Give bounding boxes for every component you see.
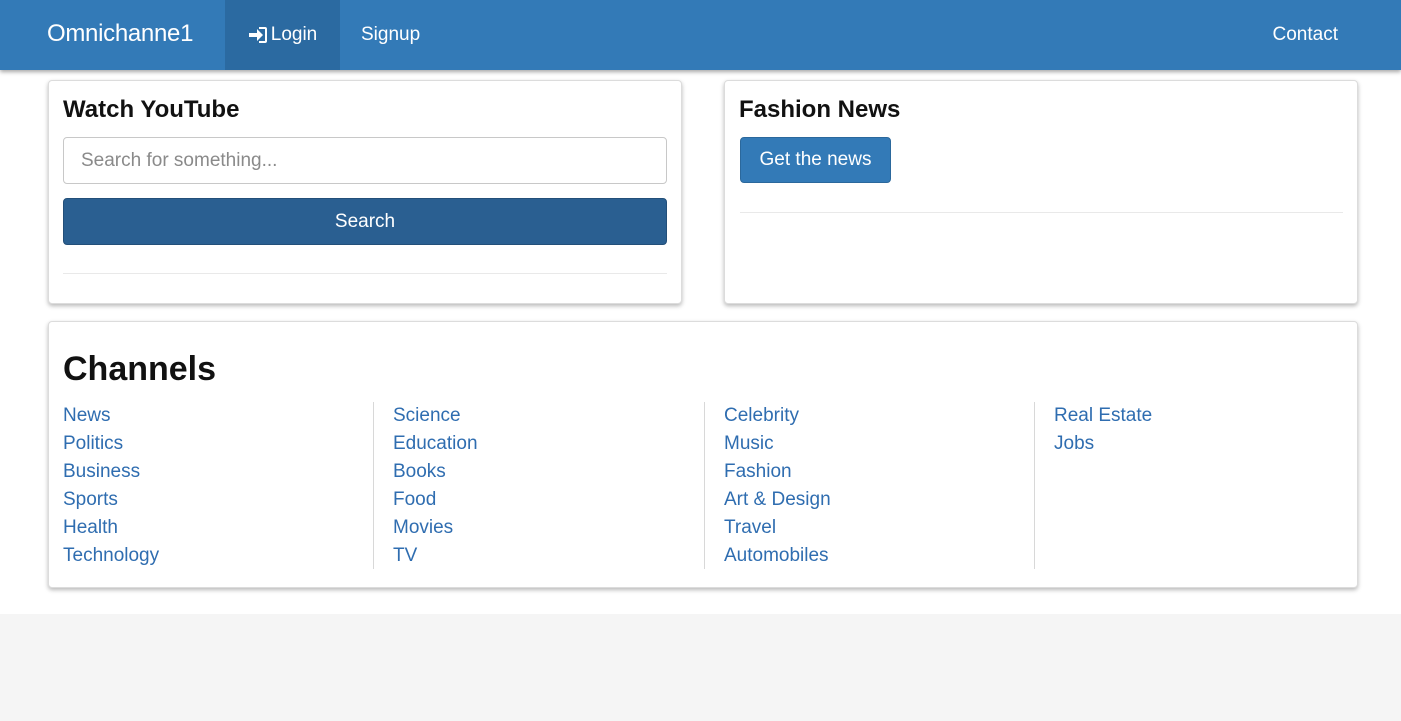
channel-column: Celebrity Music Fashion Art & Design Tra…: [704, 402, 1034, 569]
channel-column: News Politics Business Sports Health Tec…: [63, 402, 373, 569]
fashion-news-card: Fashion News Get the news: [724, 80, 1358, 304]
list-item: Fashion: [724, 458, 1034, 486]
list-item: Science: [393, 402, 704, 430]
channel-link-books[interactable]: Books: [393, 461, 446, 482]
channels-title: Channels: [63, 350, 217, 388]
youtube-card: Watch YouTube Search: [48, 80, 682, 304]
list-item: Books: [393, 458, 704, 486]
channel-link-automobiles[interactable]: Automobiles: [724, 545, 829, 566]
list-item: News: [63, 402, 373, 430]
get-news-button[interactable]: Get the news: [740, 137, 891, 183]
channel-link-business[interactable]: Business: [63, 461, 140, 482]
channel-link-music[interactable]: Music: [724, 433, 774, 454]
nav-login-label: Login: [270, 24, 318, 45]
nav-login[interactable]: Login: [225, 0, 340, 70]
channel-link-education[interactable]: Education: [393, 433, 478, 454]
channel-link-health[interactable]: Health: [63, 517, 118, 538]
list-item: Jobs: [1054, 430, 1334, 458]
channel-link-sports[interactable]: Sports: [63, 489, 118, 510]
list-item: Politics: [63, 430, 373, 458]
youtube-results-divider: [63, 273, 667, 274]
channel-column: Real Estate Jobs: [1034, 402, 1334, 569]
news-results-divider: [740, 212, 1343, 213]
channel-link-travel[interactable]: Travel: [724, 517, 776, 538]
list-item: TV: [393, 542, 704, 570]
list-item: Business: [63, 458, 373, 486]
nav-contact[interactable]: Contact: [1273, 24, 1338, 46]
channel-link-real-estate[interactable]: Real Estate: [1054, 405, 1152, 426]
channel-link-politics[interactable]: Politics: [63, 433, 123, 454]
list-item: Food: [393, 486, 704, 514]
channel-column: Science Education Books Food Movies TV: [373, 402, 704, 569]
nav-signup[interactable]: Signup: [361, 24, 420, 46]
channels-card: Channels News Politics Business Sports H…: [48, 321, 1358, 588]
channel-link-technology[interactable]: Technology: [63, 545, 159, 566]
list-item: Health: [63, 514, 373, 542]
brand-link[interactable]: Omnichanne1: [47, 20, 193, 48]
list-item: Music: [724, 430, 1034, 458]
channel-link-fashion[interactable]: Fashion: [724, 461, 792, 482]
search-button[interactable]: Search: [63, 198, 667, 245]
channel-link-jobs[interactable]: Jobs: [1054, 433, 1094, 454]
youtube-search-input[interactable]: [63, 137, 667, 184]
channel-link-movies[interactable]: Movies: [393, 517, 453, 538]
list-item: Technology: [63, 542, 373, 570]
list-item: Sports: [63, 486, 373, 514]
list-item: Art & Design: [724, 486, 1034, 514]
top-navbar: Omnichanne1 Login Signup Contact: [0, 0, 1401, 70]
list-item: Movies: [393, 514, 704, 542]
youtube-card-title: Watch YouTube: [63, 96, 240, 123]
sign-in-icon: [248, 27, 267, 43]
channel-link-art-design[interactable]: Art & Design: [724, 489, 831, 510]
fashion-news-title: Fashion News: [739, 96, 901, 123]
list-item: Celebrity: [724, 402, 1034, 430]
list-item: Travel: [724, 514, 1034, 542]
channel-link-food[interactable]: Food: [393, 489, 436, 510]
list-item: Real Estate: [1054, 402, 1334, 430]
list-item: Education: [393, 430, 704, 458]
channel-link-news[interactable]: News: [63, 405, 111, 426]
channel-link-tv[interactable]: TV: [393, 545, 417, 566]
channel-link-celebrity[interactable]: Celebrity: [724, 405, 799, 426]
channel-link-science[interactable]: Science: [393, 405, 461, 426]
list-item: Automobiles: [724, 542, 1034, 570]
